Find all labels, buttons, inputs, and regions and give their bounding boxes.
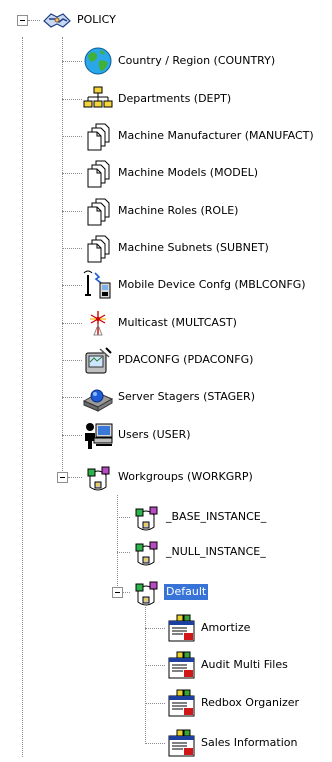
tree-node-label: Mobile Device Confg (MBLCONFG) bbox=[118, 278, 306, 291]
tree-node-base-instance[interactable]: _BASE_INSTANCE_ bbox=[130, 501, 268, 533]
tree-connector bbox=[22, 37, 23, 757]
tree-node-label: Country / Region (COUNTRY) bbox=[118, 54, 276, 67]
tree-connector bbox=[145, 743, 165, 744]
tree-node-label: Default bbox=[164, 584, 209, 600]
tree-node-sales-information[interactable]: Sales Information bbox=[165, 727, 299, 759]
tree-node-label: Machine Models (MODEL) bbox=[118, 166, 259, 179]
tree-connector bbox=[62, 61, 82, 62]
tree-node-multicast[interactable]: Multicast (MULTCAST) bbox=[82, 307, 239, 339]
pda-icon bbox=[82, 344, 114, 376]
application-window-icon bbox=[165, 649, 197, 681]
tree-node-audit-multi-files[interactable]: Audit Multi Files bbox=[165, 649, 290, 681]
tree-node-label: Audit Multi Files bbox=[201, 658, 288, 671]
tree-connector bbox=[62, 397, 82, 398]
tree-node-mobile-device[interactable]: Mobile Device Confg (MBLCONFG) bbox=[82, 269, 308, 301]
tree-node-departments[interactable]: Departments (DEPT) bbox=[82, 83, 233, 115]
tree-node-models[interactable]: Machine Models (MODEL) bbox=[82, 157, 260, 189]
tree-node-null-instance[interactable]: _NULL_INSTANCE_ bbox=[130, 536, 268, 568]
user-computer-icon bbox=[82, 419, 114, 451]
collapse-button-policy[interactable] bbox=[17, 15, 28, 26]
tree-node-label: POLICY bbox=[77, 13, 116, 26]
tree-node-label: Sales Information bbox=[201, 736, 298, 749]
tree-node-users[interactable]: Users (USER) bbox=[82, 419, 193, 451]
server-stager-icon bbox=[82, 381, 114, 413]
tree-node-policy[interactable]: POLICY bbox=[41, 4, 118, 36]
tree-node-label: Amortize bbox=[201, 621, 251, 634]
documents-icon bbox=[82, 232, 114, 264]
mobile-device-icon bbox=[82, 269, 114, 301]
tree-node-pdaconfg[interactable]: PDACONFG (PDACONFG) bbox=[82, 344, 255, 376]
policy-tree-view: { "tree": { "root": {"label": "POLICY", … bbox=[0, 0, 332, 757]
tree-connector bbox=[145, 665, 165, 666]
tree-connector bbox=[145, 628, 165, 629]
tree-connector bbox=[62, 248, 82, 249]
workgroup-icon bbox=[82, 461, 114, 493]
tree-node-label: Machine Subnets (SUBNET) bbox=[118, 241, 269, 254]
tree-connector bbox=[62, 136, 82, 137]
tree-node-redbox-organizer[interactable]: Redbox Organizer bbox=[165, 687, 301, 719]
handshake-icon bbox=[41, 4, 73, 36]
documents-icon bbox=[82, 195, 114, 227]
tree-connector bbox=[123, 592, 130, 593]
tree-node-label: Server Stagers (STAGER) bbox=[118, 390, 255, 403]
org-chart-icon bbox=[82, 83, 114, 115]
globe-icon bbox=[82, 45, 114, 77]
tree-node-label: Machine Manufacturer (MANUFACT) bbox=[118, 129, 314, 142]
tree-node-label: Multicast (MULTCAST) bbox=[118, 316, 237, 329]
application-window-icon bbox=[165, 612, 197, 644]
application-window-icon bbox=[165, 687, 197, 719]
tree-connector bbox=[62, 323, 82, 324]
workgroup-icon bbox=[130, 501, 162, 533]
workgroup-icon bbox=[130, 576, 162, 608]
tree-node-default[interactable]: Default bbox=[130, 576, 209, 608]
tree-connector bbox=[117, 517, 130, 518]
tree-connector bbox=[145, 703, 165, 704]
documents-icon bbox=[82, 120, 114, 152]
tree-node-server-stagers[interactable]: Server Stagers (STAGER) bbox=[82, 381, 257, 413]
tree-connector bbox=[68, 477, 82, 478]
tree-connector bbox=[117, 552, 130, 553]
tree-connector bbox=[62, 285, 82, 286]
tree-connector bbox=[62, 99, 82, 100]
tree-connector bbox=[62, 211, 82, 212]
application-window-icon bbox=[165, 727, 197, 759]
multicast-icon bbox=[82, 307, 114, 339]
tree-node-amortize[interactable]: Amortize bbox=[165, 612, 252, 644]
collapse-button-default[interactable] bbox=[112, 587, 123, 598]
tree-node-label: Machine Roles (ROLE) bbox=[118, 204, 239, 217]
documents-icon bbox=[82, 157, 114, 189]
tree-node-subnets[interactable]: Machine Subnets (SUBNET) bbox=[82, 232, 271, 264]
tree-connector bbox=[28, 20, 40, 21]
tree-node-label: _BASE_INSTANCE_ bbox=[166, 510, 267, 523]
workgroup-icon bbox=[130, 536, 162, 568]
tree-node-label: Departments (DEPT) bbox=[118, 92, 232, 105]
tree-connector bbox=[117, 495, 118, 592]
tree-connector bbox=[62, 360, 82, 361]
tree-node-roles[interactable]: Machine Roles (ROLE) bbox=[82, 195, 240, 227]
tree-node-label: Workgroups (WORKGRP) bbox=[118, 470, 253, 483]
tree-node-label: Redbox Organizer bbox=[201, 696, 300, 709]
tree-node-manufacturer[interactable]: Machine Manufacturer (MANUFACT) bbox=[82, 120, 316, 152]
tree-connector bbox=[62, 173, 82, 174]
tree-connector bbox=[62, 435, 82, 436]
tree-node-label: PDACONFG (PDACONFG) bbox=[118, 353, 254, 366]
tree-node-workgroups[interactable]: Workgroups (WORKGRP) bbox=[82, 461, 255, 493]
collapse-button-workgroups[interactable] bbox=[57, 472, 68, 483]
tree-connector bbox=[62, 37, 63, 477]
tree-node-label: Users (USER) bbox=[118, 428, 191, 441]
tree-node-label: _NULL_INSTANCE_ bbox=[166, 545, 266, 558]
tree-node-country[interactable]: Country / Region (COUNTRY) bbox=[82, 45, 277, 77]
